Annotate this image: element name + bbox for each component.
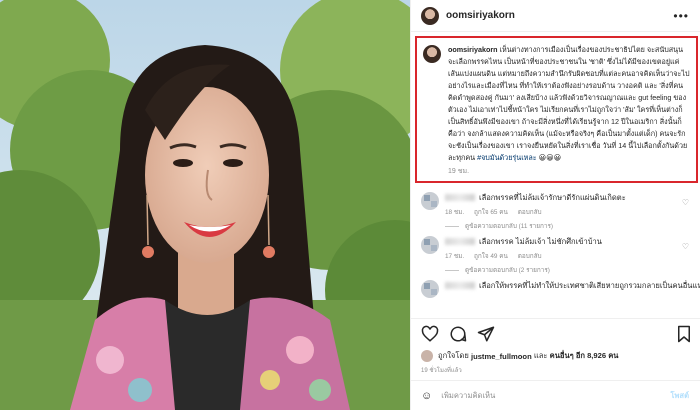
post-actions-bar: [411, 318, 700, 348]
view-replies-label[interactable]: ดูข้อความตอบกลับ (2 รายการ): [465, 265, 550, 275]
comment-item: เลือกให้พรรคที่ไม่ทำให้ประเทศชาติเสียหาย…: [411, 276, 700, 298]
comment-time: 18 ชม.: [445, 209, 465, 216]
caption-emojis: 😀😀😀: [538, 153, 562, 162]
author-avatar[interactable]: [421, 6, 439, 25]
comment-icon[interactable]: [449, 325, 467, 343]
comment-text: เลือกพรรค ไม่ล้มเจ้า ไม่ชักศึกเข้าบ้าน: [479, 237, 602, 246]
author-username[interactable]: oomsiriyakorn: [446, 10, 515, 21]
heart-icon[interactable]: [421, 325, 439, 343]
commenter-avatar[interactable]: [421, 192, 439, 210]
caption-body: เห็นต่างทางการเมืองเป็นเรื่องของประชาธิป…: [448, 45, 690, 162]
caption-time: 19 ชม.: [448, 168, 470, 175]
commenter-name-blurred[interactable]: [445, 282, 475, 289]
commenter-name-blurred[interactable]: [445, 194, 475, 201]
view-replies-label[interactable]: ดูข้อความตอบกลับ (11 รายการ): [465, 221, 553, 231]
post-panel: oomsiriyakorn ••• oomsiriyakorn เห็นต่าง…: [410, 0, 700, 410]
caption-hashtag[interactable]: #จบมันด้วยรุ่นเหละ: [477, 153, 537, 162]
comment-text: เลือกพรรคที่ไม่ล้มเจ้ารักษาดีรักแผ่นดินเ…: [479, 193, 626, 202]
comment-item: เลือกพรรค ไม่ล้มเจ้า ไม่ชักศึกเข้าบ้าน ♡…: [411, 232, 700, 276]
comment-likes[interactable]: ถูกใจ 49 คน: [474, 253, 508, 260]
liker-username[interactable]: justme_fullmoon: [471, 352, 532, 361]
post-comment-button[interactable]: โพสต์: [670, 390, 689, 402]
comments-list: เลือกพรรคที่ไม่ล้มเจ้ารักษาดีรักแผ่นดินเ…: [411, 188, 700, 316]
likes-summary: ถูกใจโดย justme_fullmoon และ คนอื่นๆ อีก…: [411, 348, 700, 364]
bookmark-icon[interactable]: [675, 325, 693, 343]
likes-others[interactable]: คนอื่นๆ อีก 8,926 คน: [550, 350, 619, 362]
likes-conjunction: และ: [533, 351, 548, 360]
post-photo[interactable]: [0, 0, 410, 410]
replies-divider: [445, 269, 459, 271]
comment-reply-button[interactable]: ตอบกลับ: [518, 209, 542, 216]
caption-avatar[interactable]: [423, 45, 441, 63]
liker-avatar[interactable]: [421, 350, 433, 362]
post-date: 19 ชั่วโมงที่แล้ว: [421, 368, 462, 374]
commenter-avatar[interactable]: [421, 280, 439, 298]
comment-meta: 18 ชม. ถูกใจ 65 คน ตอบกลับ: [445, 207, 550, 217]
comment-time: 17 ชม.: [445, 253, 465, 260]
commenter-name-blurred[interactable]: [445, 238, 475, 245]
comment-meta: 17 ชม. ถูกใจ 49 คน ตอบกลับ: [445, 251, 550, 261]
replies-divider: [445, 225, 459, 227]
comment-text: เลือกให้พรรคที่ไม่ทำให้ประเทศชาติเสียหาย…: [479, 281, 700, 290]
commenter-avatar[interactable]: [421, 236, 439, 254]
caption-highlight-box: oomsiriyakorn เห็นต่างทางการเมืองเป็นเรื…: [415, 36, 698, 183]
caption-text: oomsiriyakorn เห็นต่างทางการเมืองเป็นเรื…: [448, 44, 690, 164]
comment-heart-icon[interactable]: ♡: [682, 198, 689, 207]
comment-likes[interactable]: ถูกใจ 65 คน: [474, 209, 508, 216]
view-replies[interactable]: ดูข้อความตอบกลับ (2 รายการ): [445, 265, 550, 275]
add-comment-bar: ☺ โพสต์: [411, 380, 700, 410]
smiley-icon[interactable]: ☺: [421, 390, 432, 402]
post-header: oomsiriyakorn •••: [411, 0, 700, 32]
caption-username[interactable]: oomsiriyakorn: [448, 45, 498, 54]
view-replies[interactable]: ดูข้อความตอบกลับ (11 รายการ): [445, 221, 553, 231]
comment-input[interactable]: [441, 391, 642, 400]
caption-row: oomsiriyakorn เห็นต่างทางการเมืองเป็นเรื…: [423, 44, 690, 164]
more-horizontal-icon[interactable]: •••: [673, 9, 689, 23]
selfie-image: [0, 0, 410, 410]
comment-reply-button[interactable]: ตอบกลับ: [518, 253, 542, 260]
likes-prefix: ถูกใจโดย: [438, 351, 469, 360]
comment-heart-icon[interactable]: ♡: [682, 242, 689, 251]
comment-item: เลือกพรรคที่ไม่ล้มเจ้ารักษาดีรักแผ่นดินเ…: [411, 188, 700, 232]
share-icon[interactable]: [477, 325, 495, 343]
